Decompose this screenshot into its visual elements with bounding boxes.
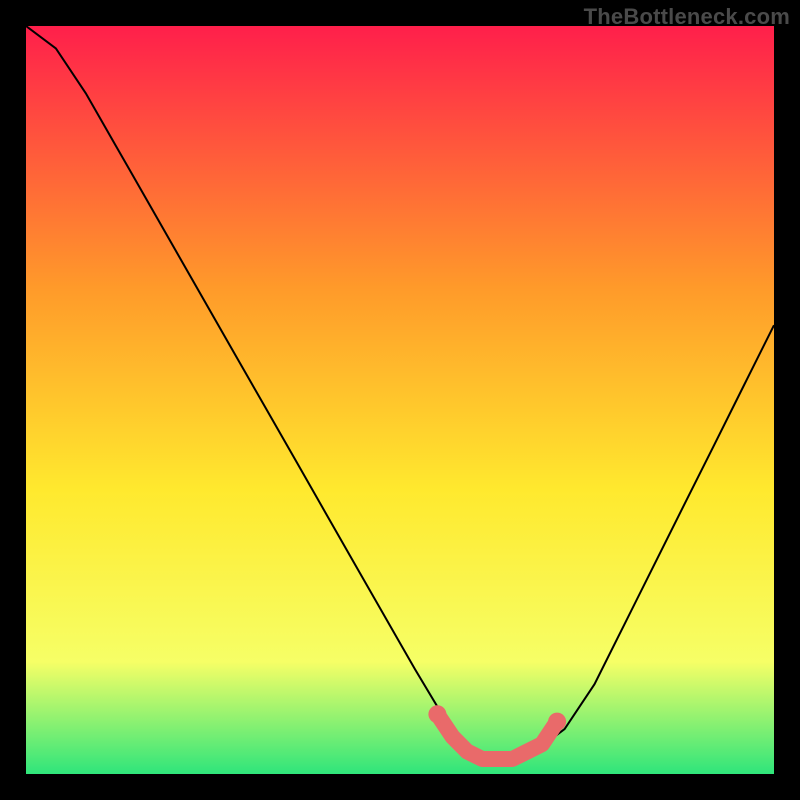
watermark-text: TheBottleneck.com xyxy=(584,4,790,30)
chart-frame: TheBottleneck.com xyxy=(0,0,800,800)
optimal-range-endpoint xyxy=(428,705,446,723)
optimal-range-endpoint xyxy=(548,713,566,731)
bottleneck-chart xyxy=(26,26,774,774)
gradient-background xyxy=(26,26,774,774)
plot-area xyxy=(26,26,774,774)
